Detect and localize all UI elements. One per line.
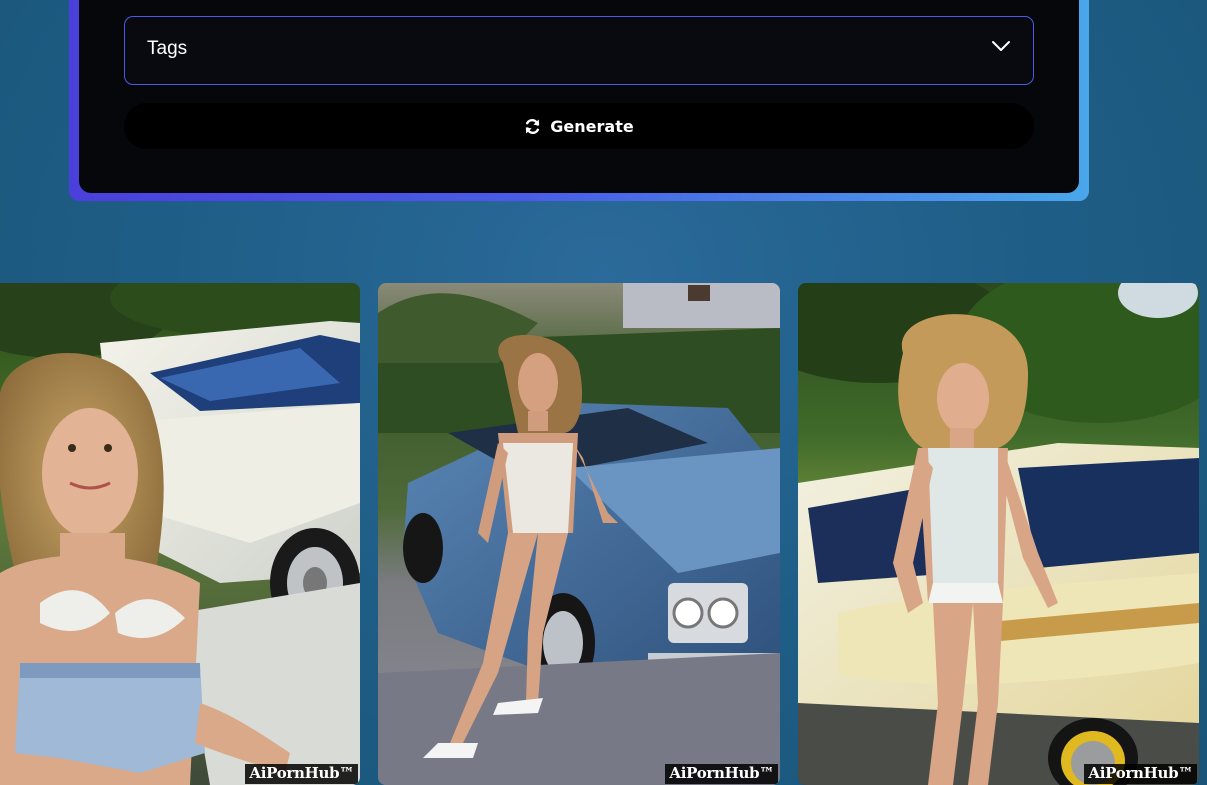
tags-dropdown-label: Tags (147, 38, 188, 59)
gallery-image-3[interactable]: AiPornHub™ (798, 283, 1199, 785)
generate-button[interactable]: Generate (124, 103, 1034, 149)
generated-image-1 (0, 283, 360, 785)
watermark-label: AiPornHub™ (245, 764, 358, 784)
generated-image-3 (798, 283, 1199, 785)
watermark-label: AiPornHub™ (665, 764, 778, 784)
gallery-image-2[interactable]: AiPornHub™ (378, 283, 780, 785)
generate-button-label: Generate (550, 116, 634, 136)
refresh-icon (526, 118, 540, 134)
gallery-image-1[interactable]: AiPornHub™ (0, 283, 360, 785)
chevron-down-icon (992, 41, 1010, 51)
generated-image-2 (378, 283, 780, 785)
watermark-label: AiPornHub™ (1084, 764, 1197, 784)
tags-dropdown[interactable]: Tags (124, 16, 1034, 85)
